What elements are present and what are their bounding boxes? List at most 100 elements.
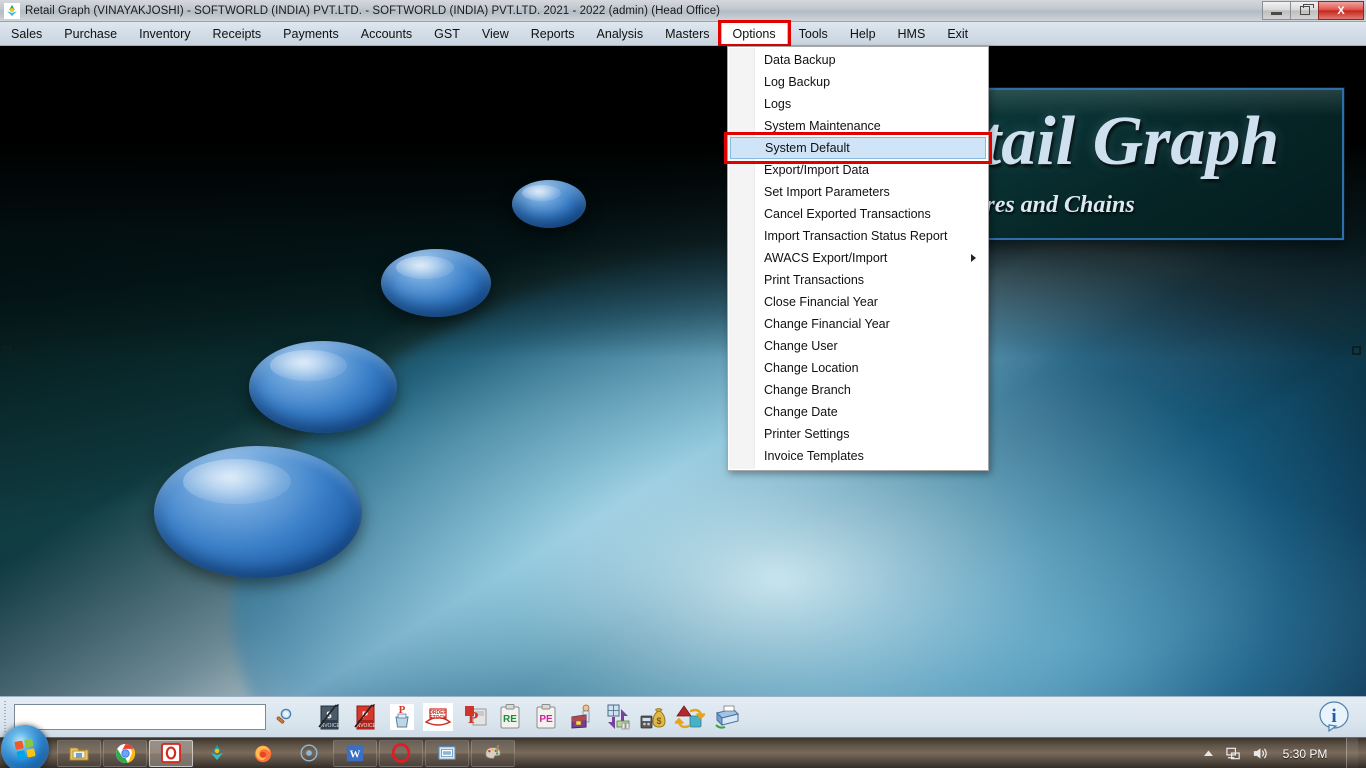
taskbar-retail-graph-icon[interactable] xyxy=(195,740,239,767)
menu-item-printer-settings[interactable]: Printer Settings xyxy=(728,423,988,445)
menu-item-close-financial-year[interactable]: Close Financial Year xyxy=(728,291,988,313)
purchase-return-icon[interactable]: P xyxy=(459,701,489,733)
menu-item-purchase[interactable]: Purchase xyxy=(53,22,128,45)
money-bag-icon[interactable]: $ xyxy=(639,701,669,733)
menu-label: Purchase xyxy=(64,26,118,41)
magnifier-icon[interactable] xyxy=(269,701,299,733)
network-icon[interactable] xyxy=(1226,746,1242,762)
menu-item-label: Change Branch xyxy=(764,383,851,397)
taskbar-windows-explorer-icon[interactable] xyxy=(57,739,101,767)
menu-item-view[interactable]: View xyxy=(471,22,520,45)
menu-item-payments[interactable]: Payments xyxy=(272,22,350,45)
menu-item-reports[interactable]: Reports xyxy=(520,22,586,45)
retail-graph-icon xyxy=(4,2,20,19)
svg-text:STOCK: STOCK xyxy=(429,715,447,721)
menu-item-awacs-export-import[interactable]: AWACS Export/Import xyxy=(728,247,988,269)
menu-item-invoice-templates[interactable]: Invoice Templates xyxy=(728,445,988,467)
restore-button[interactable] xyxy=(1290,1,1319,20)
menu-label: Exit xyxy=(947,26,969,41)
menu-item-export-import-data[interactable]: Export/Import Data xyxy=(728,159,988,181)
taskbar-disc-recorder-icon[interactable] xyxy=(287,740,331,767)
menu-item-import-transaction-status-report[interactable]: Import Transaction Status Report xyxy=(728,225,988,247)
menu-item-label: AWACS Export/Import xyxy=(764,251,888,265)
menu-item-system-maintenance[interactable]: System Maintenance xyxy=(728,115,988,137)
start-orb-icon[interactable] xyxy=(1,724,49,768)
stock-transfer-icon[interactable] xyxy=(675,701,705,733)
menu-item-system-default[interactable]: System Default xyxy=(724,132,992,164)
menu-item-label: Change User xyxy=(764,339,838,353)
minimize-button[interactable] xyxy=(1262,1,1291,20)
menu-item-sales[interactable]: Sales xyxy=(0,22,53,45)
purchase-invoice-icon[interactable]: P INVOICE xyxy=(351,701,381,733)
menu-item-label: Logs xyxy=(764,97,792,111)
menu-item-change-financial-year[interactable]: Change Financial Year xyxy=(728,313,988,335)
menu-item-accounts[interactable]: Accounts xyxy=(350,22,423,45)
windows-taskbar: W 5:30 PM xyxy=(0,724,1366,768)
menu-label: Sales xyxy=(11,26,43,41)
taskbar-red-zero-app-icon[interactable] xyxy=(149,739,193,767)
sales-invoice-icon[interactable]: $ INVOICE xyxy=(315,701,345,733)
receipt-entry-icon[interactable]: RE xyxy=(495,701,525,733)
menu-item-label: Print Transactions xyxy=(764,273,865,287)
search-input[interactable] xyxy=(14,704,266,730)
wallpaper-pebble xyxy=(381,249,491,317)
toolbar-grip[interactable] xyxy=(2,700,10,734)
payment-entry-icon[interactable]: PE xyxy=(531,701,561,733)
menu-item-change-user[interactable]: Change User xyxy=(728,335,988,357)
menu-item-change-location[interactable]: Change Location xyxy=(728,357,988,379)
menu-item-help[interactable]: Help xyxy=(839,22,887,45)
taskbar-photo-viewer-icon[interactable] xyxy=(425,739,469,767)
menu-item-gst[interactable]: GST xyxy=(423,22,471,45)
taskbar-mozilla-firefox-icon[interactable] xyxy=(241,740,285,767)
svg-text:$: $ xyxy=(656,716,661,726)
menu-item-tools[interactable]: Tools xyxy=(788,22,839,45)
cash-counter-icon[interactable] xyxy=(567,701,597,733)
information-icon[interactable]: i xyxy=(1316,700,1352,736)
menu-item-data-backup[interactable]: Data Backup xyxy=(728,49,988,71)
menu-item-receipts[interactable]: Receipts xyxy=(202,22,273,45)
taskbar-ms-paint-icon[interactable] xyxy=(471,739,515,767)
menu-item-label: Set Import Parameters xyxy=(764,185,890,199)
menu-item-log-backup[interactable]: Log Backup xyxy=(728,71,988,93)
menu-label: Payments xyxy=(283,26,339,41)
taskbar-google-chrome-icon[interactable] xyxy=(103,739,147,767)
menu-item-print-transactions[interactable]: Print Transactions xyxy=(728,269,988,291)
menu-item-hms[interactable]: HMS xyxy=(887,22,937,45)
menu-item-label: Change Financial Year xyxy=(764,317,890,331)
taskbar-wps-writer-icon[interactable]: W xyxy=(333,739,377,767)
chevron-up-icon[interactable] xyxy=(1200,746,1216,762)
taskbar-clock[interactable]: 5:30 PM xyxy=(1278,747,1332,761)
menu-item-change-date[interactable]: Change Date xyxy=(728,401,988,423)
menu-item-change-branch[interactable]: Change Branch xyxy=(728,379,988,401)
taskbar-opera-browser-icon[interactable] xyxy=(379,739,423,767)
wallpaper-pebble xyxy=(512,180,586,228)
print-icon[interactable] xyxy=(711,701,741,733)
order-stock-icon[interactable]: ORDER STOCK xyxy=(423,701,453,733)
menu-label: HMS xyxy=(897,26,926,41)
resize-handle-right[interactable] xyxy=(1352,346,1361,355)
show-desktop-button[interactable] xyxy=(1346,738,1358,768)
menu-item-options[interactable]: Options xyxy=(717,20,791,47)
menu-item-inventory[interactable]: Inventory xyxy=(128,22,201,45)
volume-icon[interactable] xyxy=(1252,746,1268,762)
cash-flow-icon[interactable] xyxy=(603,701,633,733)
menu-item-analysis[interactable]: Analysis xyxy=(586,22,655,45)
menu-bar: Sales Purchase Inventory Receipts Paymen… xyxy=(0,20,1366,47)
menu-label: Help xyxy=(849,26,876,41)
application-toolbar: $ INVOICE P INVOICE P xyxy=(0,696,1366,737)
application-window: Retail Graph (VINAYAKJOSHI) - SOFTWORLD … xyxy=(0,0,1366,768)
menu-item-logs[interactable]: Logs xyxy=(728,93,988,115)
resize-handle-left[interactable] xyxy=(3,346,12,355)
menu-item-cancel-exported-transactions[interactable]: Cancel Exported Transactions xyxy=(728,203,988,225)
menu-label: Inventory xyxy=(139,26,191,41)
menu-item-masters[interactable]: Masters xyxy=(654,22,720,45)
menu-item-label: Export/Import Data xyxy=(764,163,869,177)
menu-item-set-import-parameters[interactable]: Set Import Parameters xyxy=(728,181,988,203)
system-tray: 5:30 PM xyxy=(1200,738,1366,768)
menu-item-label: Change Location xyxy=(764,361,859,375)
svg-text:i: i xyxy=(1331,706,1336,727)
application-workspace: Retail Graph for Stores and Chains xyxy=(0,46,1366,696)
menu-item-exit[interactable]: Exit xyxy=(936,22,979,45)
purchase-order-icon[interactable]: P xyxy=(387,701,417,733)
close-button[interactable]: X xyxy=(1318,1,1364,20)
